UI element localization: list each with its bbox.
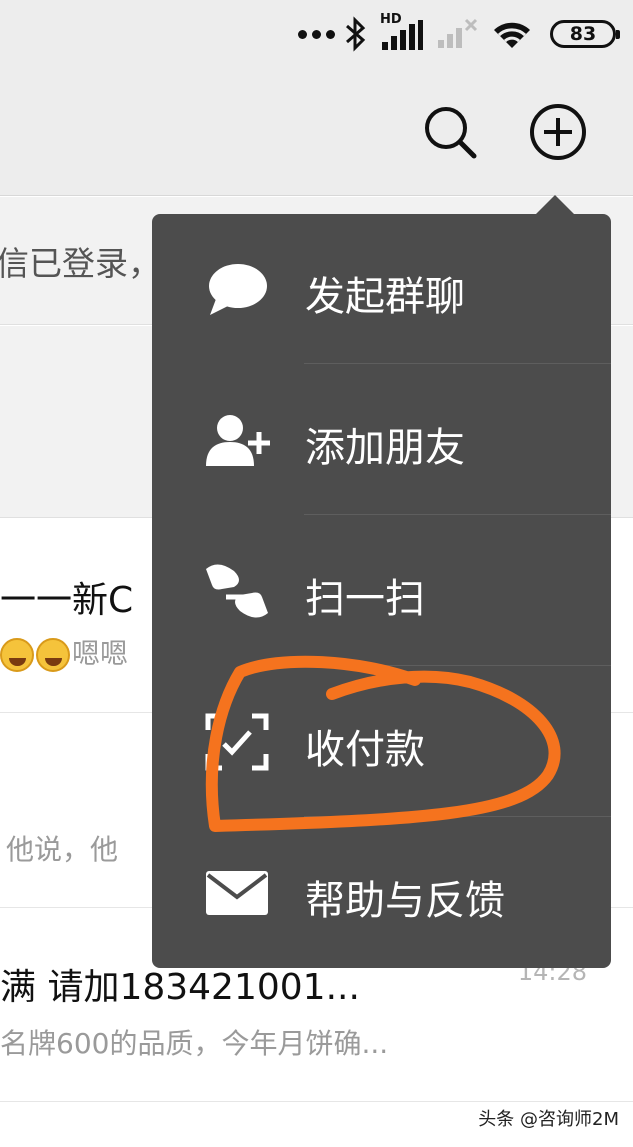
envelope-icon [206, 871, 268, 915]
menu-divider [304, 363, 611, 364]
more-dots-icon [298, 30, 335, 39]
watermark: 头条 @咨询师2M [474, 1103, 623, 1133]
app-header [0, 70, 633, 196]
chat-preview: 嗯嗯 [72, 637, 129, 670]
menu-divider [304, 816, 611, 817]
menu-item-add-friend[interactable]: 添加朋友 [152, 365, 611, 515]
menu-label: 添加朋友 [305, 425, 465, 471]
login-notice-text: 信已登录， [0, 244, 161, 283]
menu-label: 扫一扫 [305, 576, 425, 622]
menu-pointer [535, 195, 575, 215]
wifi-icon [494, 22, 530, 48]
menu-label: 收付款 [305, 727, 425, 773]
payment-scan-icon [205, 713, 269, 771]
scan-icon [206, 564, 268, 618]
menu-label: 发起群聊 [305, 274, 465, 320]
battery-icon: 83 [550, 20, 620, 48]
menu-divider [304, 665, 611, 666]
bluetooth-icon [346, 16, 366, 52]
chat-preview: 名牌600的品质，今年月饼确... [0, 1027, 389, 1060]
add-friend-icon [206, 415, 270, 466]
search-icon[interactable] [420, 102, 480, 162]
menu-label: 帮助与反馈 [305, 878, 505, 924]
battery-level: 83 [569, 23, 597, 45]
menu-item-group-chat[interactable]: 发起群聊 [152, 214, 611, 364]
chat-bubble-icon [209, 264, 267, 315]
chat-preview-row: 嗯嗯 [0, 632, 128, 672]
laughing-emoji-icon [36, 638, 70, 672]
plus-popup-menu: 发起群聊 添加朋友 扫一扫 收付款 帮助与反馈 [152, 214, 611, 968]
add-circle-icon[interactable] [528, 102, 588, 162]
laughing-emoji-icon [0, 638, 34, 672]
menu-item-payment[interactable]: 收付款 [152, 667, 611, 817]
chat-preview: 他说，他 [6, 833, 119, 866]
signal-no-service-icon [438, 18, 478, 48]
menu-divider [304, 514, 611, 515]
chat-title: 一一新C [0, 580, 134, 621]
menu-item-help-feedback[interactable]: 帮助与反馈 [152, 818, 611, 968]
status-bar: HD 83 [0, 0, 633, 70]
signal-hd-icon: HD [380, 12, 424, 52]
menu-item-scan[interactable]: 扫一扫 [152, 516, 611, 666]
